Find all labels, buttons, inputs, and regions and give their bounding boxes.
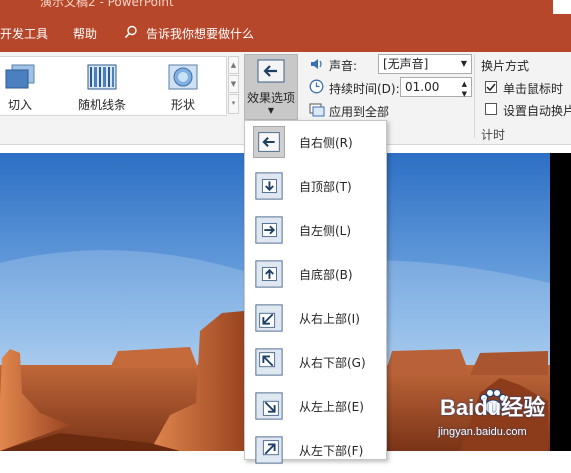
arrow-left-icon	[253, 126, 285, 158]
chevron-down-icon: ▼	[267, 106, 275, 115]
effect-options-label: 效果选项	[246, 91, 295, 105]
window-control[interactable]	[553, 0, 571, 14]
shape-transition-icon	[168, 64, 198, 90]
menu-item-label: 从右上部(I)	[299, 312, 360, 326]
after-time-label: 设置自动换片	[503, 104, 571, 118]
menu-item-label: 自右侧(R)	[299, 136, 353, 150]
speaker-icon	[311, 59, 322, 69]
gallery-more-button[interactable]: ▾	[228, 94, 239, 114]
duration-label: 持续时间(D):	[329, 82, 400, 96]
transition-gallery: 切入 随机线条 形状	[0, 56, 227, 116]
transition-cut-in[interactable]: 切入	[0, 62, 50, 112]
cut-in-transition-icon	[5, 64, 35, 89]
after-time-checkbox[interactable]	[485, 103, 497, 115]
arrow-right-icon	[255, 216, 283, 244]
tab-help[interactable]: 帮助	[73, 25, 97, 42]
watermark-url: jingyan.baidu.com	[438, 426, 527, 438]
gallery-scroll-up-button[interactable]: ▲	[228, 56, 239, 74]
advance-slide-label: 换片方式	[481, 59, 530, 73]
watermark-title: Baidu经验	[440, 395, 546, 420]
menu-item-from-left[interactable]: 自左侧(L)	[245, 209, 386, 253]
effect-options-menu: 自右侧(R) 自顶部(T) 自左侧(L) 自底部(B) 从右上部(I) 从右下部…	[244, 120, 387, 464]
window-title: 演示文稿2 - PowerPoint	[40, 0, 174, 9]
sound-label: 声音:	[329, 59, 358, 73]
group-divider	[474, 54, 475, 138]
transition-shape[interactable]: 形状	[153, 62, 213, 112]
menu-item-from-bottom-right[interactable]: 从右下部(G)	[245, 341, 386, 385]
ribbon-tab-row: 开发工具 帮助 告诉我你想要做什么	[0, 14, 571, 52]
search-icon[interactable]	[124, 25, 138, 39]
sound-value: [无声音]	[383, 57, 429, 71]
duration-stepper[interactable]: 01.00 ▲ ▼	[400, 77, 472, 98]
gallery-scroll-down-button[interactable]: ▼	[228, 75, 239, 93]
apply-to-all-button[interactable]: 应用到全部	[329, 103, 389, 120]
menu-item-label: 从左上部(E)	[299, 400, 364, 414]
stepper-down-icon[interactable]: ▼	[462, 85, 467, 103]
gallery-scroll: ▲ ▼ ▾	[228, 56, 239, 114]
title-bar: 演示文稿2 - PowerPoint	[0, 0, 571, 14]
menu-item-label: 从右下部(G)	[299, 356, 366, 370]
tab-developer[interactable]: 开发工具	[0, 25, 48, 42]
effect-options-button[interactable]: 效果选项 ▼	[244, 54, 298, 120]
on-click-label: 单击鼠标时	[503, 82, 564, 96]
apply-all-icon	[309, 103, 325, 117]
from-right-arrow-icon	[257, 59, 285, 83]
transition-label: 切入	[7, 98, 32, 112]
duration-value: 01.00	[405, 80, 440, 94]
timing-group-label: 计时	[481, 128, 506, 142]
mesa-far-right	[385, 349, 470, 375]
tell-me-search[interactable]: 告诉我你想要做什么	[146, 25, 254, 42]
on-click-checkbox[interactable]	[485, 81, 497, 93]
arrow-up-right-icon	[255, 436, 283, 464]
menu-item-label: 自顶部(T)	[299, 180, 352, 194]
watermark: Baidu经验 jingyan.baidu.com	[420, 384, 571, 451]
transition-label: 形状	[170, 98, 195, 112]
arrow-down-icon	[255, 172, 283, 200]
menu-item-from-bottom-left[interactable]: 从左下部(F)	[245, 429, 386, 473]
menu-item-from-bottom[interactable]: 自底部(B)	[245, 253, 386, 297]
menu-item-from-right[interactable]: 自右侧(R)	[245, 121, 386, 165]
chevron-down-icon: ▼	[460, 59, 467, 68]
arrow-up-left-icon	[255, 348, 283, 376]
transition-random-bars[interactable]: 随机线条	[72, 62, 132, 112]
mesa-right	[470, 351, 548, 375]
arrow-down-left-icon	[255, 304, 283, 332]
clock-icon	[309, 79, 324, 94]
arrow-down-right-icon	[255, 392, 283, 420]
sound-select[interactable]: [无声音] ▼	[378, 54, 472, 74]
menu-item-from-top-right[interactable]: 从右上部(I)	[245, 297, 386, 341]
menu-item-label: 自左侧(L)	[299, 224, 352, 238]
arrow-up-icon	[255, 260, 283, 288]
random-bars-transition-icon	[87, 64, 117, 90]
menu-item-from-top-left[interactable]: 从左上部(E)	[245, 385, 386, 429]
menu-item-label: 自底部(B)	[299, 268, 353, 282]
checkmark-icon	[486, 83, 496, 92]
menu-item-from-top[interactable]: 自顶部(T)	[245, 165, 386, 209]
transition-label: 随机线条	[77, 98, 126, 112]
